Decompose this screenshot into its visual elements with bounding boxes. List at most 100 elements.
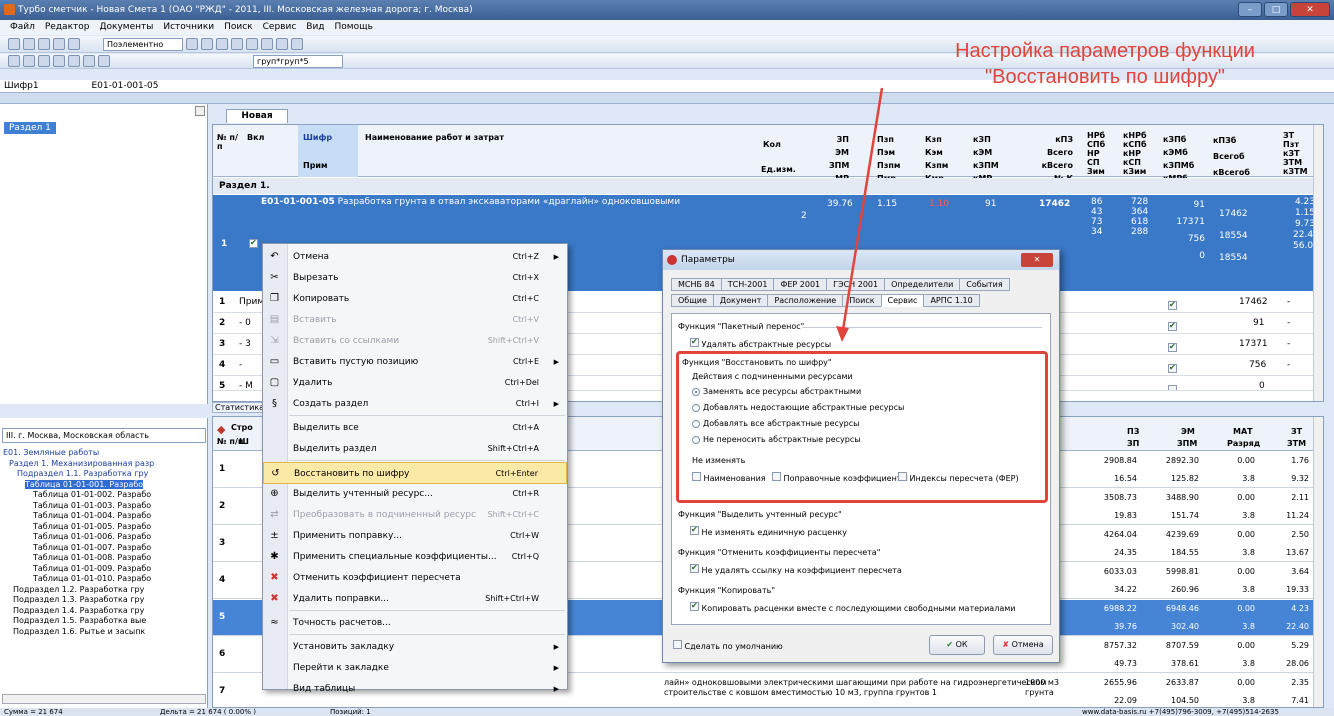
tree-node[interactable]: Таблица 01-01-003. Разрабо <box>3 501 205 512</box>
col-vkl[interactable]: Вкл <box>247 133 264 142</box>
tab-arps[interactable]: АРПС 1.10 <box>923 294 980 307</box>
col-zpm[interactable]: ЗПМ <box>1177 439 1197 448</box>
menu-item[interactable]: ⊕ Выделить учтенный ресурс... Ctrl+R <box>263 483 567 505</box>
menu-help[interactable]: Помощь <box>335 20 373 35</box>
tab-new-estimate[interactable]: Новая Смета 1 <box>226 109 288 134</box>
grid-vertical-scrollbar[interactable] <box>1313 125 1323 401</box>
cancel-button[interactable]: ✘ Отмена <box>993 635 1053 655</box>
col-mat[interactable]: МАТ <box>1233 427 1253 436</box>
col-unit[interactable]: Ед.изм. <box>761 165 796 174</box>
menu-editor[interactable]: Редактор <box>45 20 90 35</box>
tab-document[interactable]: Документ <box>712 294 769 307</box>
col-name[interactable]: Наименование работ и затрат <box>365 133 504 142</box>
radio-replace-all[interactable]: Заменять все ресурсы абстрактными <box>692 387 861 396</box>
tab-general[interactable]: Общие <box>671 294 714 307</box>
tab-determinants[interactable]: Определители <box>884 278 961 291</box>
maximize-button[interactable]: □ <box>1264 2 1288 17</box>
tree-node[interactable]: Таблица 01-01-002. Разрабо <box>3 490 205 501</box>
filter-icon[interactable] <box>291 38 303 50</box>
tab-layout[interactable]: Расположение <box>767 294 844 307</box>
tree-node-selected[interactable]: Таблица 01-01-001. Разрабо <box>25 479 144 489</box>
menu-item[interactable]: ▭ Вставить пустую позицию Ctrl+E ▶ <box>263 351 567 373</box>
tab-gesn2001[interactable]: ГЭСН 2001 <box>826 278 886 291</box>
redo-icon[interactable] <box>216 38 228 50</box>
tree-node[interactable]: Таблица 01-01-004. Разрабо <box>3 511 205 522</box>
menu-item[interactable]: Вид таблицы ▶ <box>263 678 567 700</box>
reference-grid-scrollbar[interactable] <box>1313 417 1323 707</box>
group-filter-input[interactable]: груп*груп*5 <box>253 54 343 68</box>
menu-documents[interactable]: Документы <box>99 20 153 35</box>
k-icon[interactable] <box>23 55 35 67</box>
cut-icon[interactable] <box>68 55 80 67</box>
menu-sources[interactable]: Источники <box>163 20 214 35</box>
col-em[interactable]: ЭМ <box>1181 427 1195 436</box>
col-code[interactable]: Ш <box>239 437 249 446</box>
undo-icon[interactable] <box>201 38 213 50</box>
col-razr[interactable]: Разряд <box>1227 439 1260 448</box>
tab-msnb84[interactable]: МСНБ 84 <box>671 278 722 291</box>
col-qty[interactable]: Кол <box>763 140 781 149</box>
resource-icon[interactable] <box>83 55 95 67</box>
tree-node[interactable]: Раздел 1. Механизированная разр <box>3 459 205 470</box>
tree-node[interactable]: Таблица 01-01-006. Разрабо <box>3 532 205 543</box>
tab-lines[interactable]: Стро <box>231 423 253 432</box>
menu-item[interactable]: ▤ Вставить Ctrl+V <box>263 309 567 331</box>
minimize-button[interactable]: – <box>1238 2 1262 17</box>
tree-node[interactable]: Таблица 01-01-005. Разрабо <box>3 522 205 533</box>
chk-indexes[interactable]: Индексы пересчета (ФЕР) <box>898 472 1019 483</box>
grid-icon[interactable] <box>38 55 50 67</box>
menu-item[interactable]: ± Применить поправку... Ctrl+W <box>263 525 567 547</box>
columns-icon[interactable] <box>98 55 110 67</box>
dialog-close-button[interactable]: ✕ <box>1021 253 1053 267</box>
col-ztm[interactable]: ЗТМ <box>1287 439 1306 448</box>
sum-icon[interactable] <box>276 38 288 50</box>
col-code[interactable]: Шифр <box>303 133 332 142</box>
table-icon[interactable] <box>53 55 65 67</box>
col-group-10[interactable]: ЗТ Пзт кЗТ ЗТМ кЗТМ <box>1283 131 1308 176</box>
tab-service[interactable]: Сервис <box>880 294 925 307</box>
mode-select[interactable]: Поэлементно <box>103 37 183 51</box>
radio-add-missing[interactable]: Добавлять недостающие абстрактные ресурс… <box>692 403 904 412</box>
print-icon[interactable] <box>53 38 65 50</box>
region-select[interactable]: III. г. Москва, Московская область <box>2 428 206 443</box>
tab-tsn2001[interactable]: ТСН-2001 <box>720 278 775 291</box>
tree-node[interactable]: Подраздел 1.2. Разработка гру <box>3 585 205 596</box>
menu-item[interactable]: § Создать раздел Ctrl+I ▶ <box>263 393 567 415</box>
menu-file[interactable]: Файл <box>10 20 35 35</box>
menu-service[interactable]: Сервис <box>263 20 297 35</box>
col-zt[interactable]: ЗТ <box>1291 427 1302 436</box>
menu-item[interactable]: Выделить все Ctrl+A <box>263 417 567 439</box>
col-group-7[interactable]: кНРб кСПб кНР кСП кЗим <box>1123 131 1147 176</box>
chk-coefficients[interactable]: Поправочные коэффициенты <box>772 472 908 483</box>
menu-item[interactable]: ↶ Отмена Ctrl+Z ▶ <box>263 246 567 268</box>
menu-item[interactable]: Выделить раздел Shift+Ctrl+A <box>263 438 567 460</box>
menu-item[interactable]: ✖ Отменить коэффициент пересчета <box>263 567 567 589</box>
paste-icon[interactable] <box>246 38 258 50</box>
menu-search[interactable]: Поиск <box>224 20 253 35</box>
preview-icon[interactable] <box>68 38 80 50</box>
tree-node[interactable]: Е01. Земляные работы <box>3 448 205 459</box>
delete-abstract-checkbox[interactable]: Удалять абстрактные ресурсы <box>690 337 831 349</box>
tree-node[interactable]: Таблица 01-01-009. Разрабо <box>3 564 205 575</box>
chk-copy-with-materials[interactable]: Копировать расценки вместе с последующим… <box>690 601 1015 613</box>
menu-item[interactable]: ❐ Копировать Ctrl+C <box>263 288 567 310</box>
copy-icon[interactable] <box>231 38 243 50</box>
tree-node[interactable]: Таблица 01-01-008. Разрабо <box>3 553 205 564</box>
menu-item[interactable]: ⇲ Вставить со ссылками Shift+Ctrl+V <box>263 330 567 352</box>
tree-node[interactable]: Таблица 01-01-007. Разрабо <box>3 543 205 554</box>
ok-button[interactable]: ✔ ОК <box>929 635 985 655</box>
tab-events[interactable]: События <box>959 278 1010 291</box>
menu-view[interactable]: Вид <box>306 20 324 35</box>
tree-node[interactable]: Подраздел 1.1. Разработка гру <box>3 469 205 480</box>
set-default-checkbox[interactable]: Сделать по умолчанию <box>673 640 783 651</box>
new-icon[interactable] <box>8 38 20 50</box>
tab-fer2001[interactable]: ФЕР 2001 <box>773 278 828 291</box>
tab-search[interactable]: Поиск <box>842 294 882 307</box>
tree-node[interactable]: Подраздел 1.4. Разработка гру <box>3 606 205 617</box>
col-note[interactable]: Прим <box>303 161 328 170</box>
tree-node[interactable]: Подраздел 1.5. Разработка вые <box>3 616 205 627</box>
menu-item[interactable]: ≈ Точность расчетов... <box>263 612 567 634</box>
section-tree-item[interactable]: Раздел 1 <box>4 122 56 134</box>
menu-item[interactable]: ▢ Удалить Ctrl+Del <box>263 372 567 394</box>
col-pz[interactable]: ПЗ <box>1127 427 1139 436</box>
